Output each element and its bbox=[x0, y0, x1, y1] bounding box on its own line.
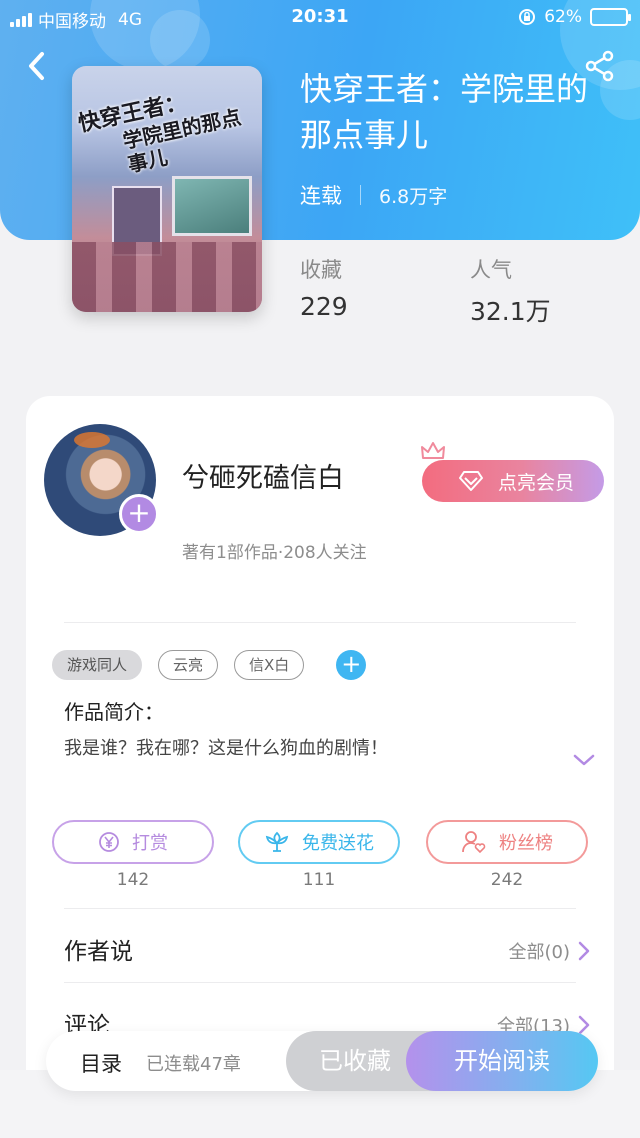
reward-label: 打赏 bbox=[132, 833, 168, 854]
fan-ranking-button[interactable]: 粉丝榜 bbox=[426, 820, 588, 864]
tag-item[interactable]: 云亮 bbox=[158, 650, 219, 680]
book-title: 快穿王者：学院里的那点事儿 bbox=[300, 70, 589, 154]
divider bbox=[64, 622, 576, 623]
flower-icon bbox=[265, 831, 289, 852]
tag-item[interactable]: 游戏同人 bbox=[52, 650, 143, 680]
add-tag-button[interactable]: + bbox=[336, 650, 367, 680]
intro-label: 作品简介： bbox=[64, 700, 164, 724]
rotation-lock-icon bbox=[519, 9, 536, 25]
author-meta: 著有1部作品·208人关注 bbox=[182, 543, 367, 563]
yen-coin-icon bbox=[99, 832, 119, 852]
crown-icon bbox=[421, 442, 445, 459]
author-name[interactable]: 兮砸死磕信白 bbox=[182, 456, 344, 495]
back-icon[interactable] bbox=[22, 48, 54, 84]
toc-button[interactable]: 目录 bbox=[80, 1048, 122, 1078]
flower-count: 111 bbox=[302, 870, 336, 890]
send-flower-button[interactable]: 免费送花 bbox=[238, 820, 400, 864]
chevron-right-icon bbox=[578, 941, 590, 961]
stat-favorites: 收藏 229 bbox=[300, 258, 348, 321]
tag-list: 游戏同人 云亮 信X白 + bbox=[52, 650, 367, 680]
reward-button[interactable]: 打赏 bbox=[52, 820, 214, 864]
user-heart-icon bbox=[462, 831, 486, 854]
book-status: 连载 bbox=[300, 184, 342, 208]
vip-button-label: 点亮会员 bbox=[497, 471, 574, 494]
book-cover[interactable]: 快穿王者： 学院里的那点事儿 bbox=[72, 66, 262, 312]
divider bbox=[64, 908, 576, 909]
cover-desks bbox=[72, 242, 262, 312]
fan-ranking-label: 粉丝榜 bbox=[499, 833, 553, 854]
status-bar: 中国移动 4G 20:31 62% bbox=[0, 0, 640, 36]
word-count: 6.8万字 bbox=[379, 185, 448, 208]
cover-title: 快穿王者： 学院里的那点事儿 bbox=[76, 89, 244, 178]
follow-author-button[interactable]: + bbox=[119, 494, 159, 534]
battery-icon bbox=[590, 8, 631, 26]
diamond-icon bbox=[458, 471, 483, 491]
chevron-right-icon bbox=[578, 1015, 590, 1035]
author-notes-title: 作者说 bbox=[64, 939, 133, 965]
bottom-action-bar: 目录 已连载47章 已收藏 开始阅读 bbox=[46, 1031, 598, 1091]
chevron-down-icon[interactable] bbox=[572, 752, 596, 768]
intro-text: 我是谁？我在哪？这是什么狗血的剧情！ bbox=[64, 738, 388, 759]
tag-item[interactable]: 信X白 bbox=[234, 650, 305, 680]
battery-percent: 62% bbox=[544, 7, 582, 27]
reward-count: 142 bbox=[116, 870, 150, 890]
meta-divider bbox=[360, 185, 361, 205]
stat-popularity: 人气 32.1万 bbox=[470, 258, 551, 326]
vip-button[interactable]: 点亮会员 bbox=[422, 460, 604, 502]
book-detail-card: + 兮砸死磕信白 著有1部作品·208人关注 点亮会员 游戏同人 云亮 信X白 … bbox=[26, 396, 614, 1138]
divider bbox=[64, 982, 576, 983]
fan-count: 242 bbox=[490, 870, 524, 890]
author-notes-link[interactable]: 全部(0) bbox=[509, 938, 591, 964]
start-reading-button[interactable]: 开始阅读 bbox=[406, 1031, 598, 1091]
book-meta: 连载 6.8万字 bbox=[300, 180, 447, 210]
chapter-count[interactable]: 已连载47章 bbox=[146, 1050, 241, 1076]
cover-window bbox=[172, 176, 252, 236]
send-flower-label: 免费送花 bbox=[302, 833, 374, 854]
